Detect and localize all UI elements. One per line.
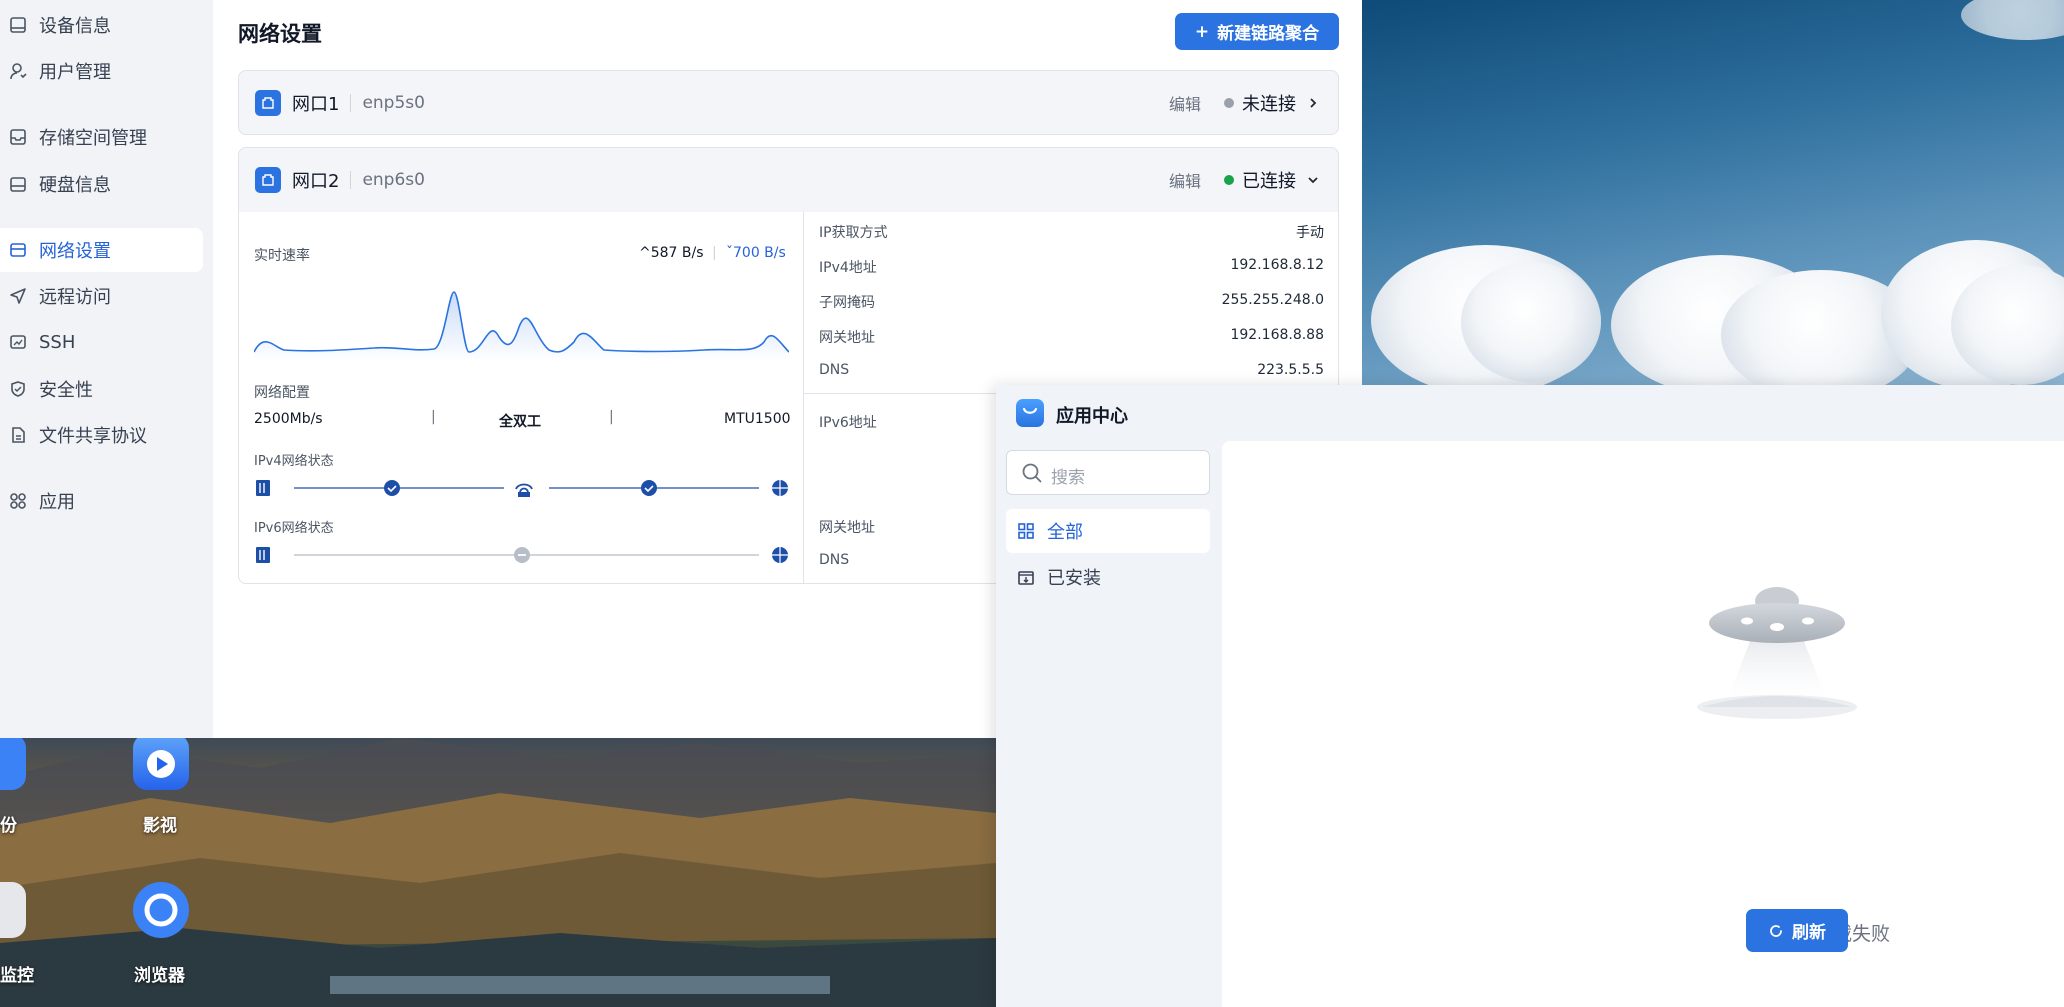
browser-icon[interactable] bbox=[133, 882, 189, 938]
ipv6-status-label: IPv6网络状态 bbox=[254, 521, 334, 536]
device-info-icon bbox=[9, 16, 27, 34]
upload-speed: ^587 B/s bbox=[639, 245, 704, 261]
ipv6-dns-label: DNS bbox=[819, 552, 850, 568]
link-speed: 2500Mb/s bbox=[254, 411, 323, 427]
port-edit-link[interactable]: 编辑 bbox=[1169, 91, 1201, 115]
sidebar-item-ssh[interactable]: SSH bbox=[0, 320, 203, 364]
chevron-down-icon[interactable] bbox=[1306, 173, 1320, 187]
category-installed[interactable]: 已安装 bbox=[1006, 555, 1210, 599]
page-title: 网络设置 bbox=[238, 22, 322, 46]
port-device: enp6s0 bbox=[362, 170, 425, 190]
search-placeholder: 搜索 bbox=[1051, 468, 1085, 488]
desktop-icon-label-video: 影视 bbox=[143, 816, 177, 836]
category-label: 全部 bbox=[1047, 522, 1083, 543]
port-card-2[interactable]: 网口2 enp6s0 编辑 已连接 bbox=[238, 147, 1339, 213]
refresh-button[interactable]: 刷新 bbox=[1746, 909, 1848, 952]
settings-sidebar: 设备信息 用户管理 存储空间管理 硬盘信息 网络设置 远程访问 SSH 安全性 bbox=[0, 0, 213, 738]
status-dot bbox=[1224, 98, 1234, 108]
ipv4-kv-row: IP获取方式 手动 bbox=[819, 225, 1324, 241]
installed-icon bbox=[1018, 569, 1034, 585]
ethernet-port-icon bbox=[255, 167, 281, 193]
storage-icon bbox=[9, 128, 27, 146]
port-edit-link[interactable]: 编辑 bbox=[1169, 168, 1201, 192]
sidebar-item-apps[interactable]: 应用 bbox=[0, 479, 203, 523]
port-name: 网口1 bbox=[292, 94, 340, 115]
send-icon bbox=[9, 287, 27, 305]
monitor-icon[interactable] bbox=[0, 882, 26, 938]
mtu-value: MTU1500 bbox=[724, 411, 791, 427]
port-device: enp5s0 bbox=[362, 93, 425, 113]
sidebar-item-users[interactable]: 用户管理 bbox=[0, 49, 203, 93]
search-icon bbox=[1022, 463, 1042, 483]
ipv6-gateway-label: 网关地址 bbox=[819, 520, 875, 536]
sidebar-item-label: 存储空间管理 bbox=[39, 128, 147, 149]
backup-icon[interactable] bbox=[0, 734, 26, 790]
ipv4-status-label: IPv4网络状态 bbox=[254, 454, 334, 469]
app-search-input[interactable]: 搜索 bbox=[1006, 450, 1210, 495]
ipv6-status-diagram bbox=[256, 547, 788, 563]
sidebar-item-security[interactable]: 安全性 bbox=[0, 367, 203, 411]
grid-icon bbox=[1018, 523, 1034, 539]
shield-icon bbox=[9, 380, 27, 398]
sidebar-item-label: 安全性 bbox=[39, 380, 93, 401]
ipv4-kv-row: IPv4地址 192.168.8.12 bbox=[819, 257, 1324, 276]
sidebar-item-label: SSH bbox=[39, 331, 76, 353]
sidebar-item-label: 用户管理 bbox=[39, 62, 111, 83]
status-badge: 未连接 bbox=[1242, 94, 1296, 115]
status-dot bbox=[1224, 175, 1234, 185]
sidebar-item-label: 远程访问 bbox=[39, 287, 111, 308]
realtime-speed-chart bbox=[254, 291, 789, 362]
category-all[interactable]: 全部 bbox=[1006, 509, 1210, 553]
port-name: 网口2 bbox=[292, 171, 340, 192]
sidebar-item-label: 设备信息 bbox=[39, 16, 111, 37]
port-card-1[interactable]: 网口1 enp5s0 编辑 未连接 bbox=[238, 70, 1339, 135]
app-center-title: 应用中心 bbox=[1056, 406, 1128, 427]
ipv4-kv-row: 网关地址 192.168.8.88 bbox=[819, 327, 1324, 346]
app-center-window: 应用中心 搜索 全部 已安装 加载失败 bbox=[996, 385, 2064, 1007]
new-link-aggregation-label: 新建链路聚合 bbox=[1217, 24, 1320, 44]
plus-icon: + bbox=[1194, 21, 1210, 42]
video-icon[interactable] bbox=[133, 734, 189, 790]
duplex-mode: 全双工 bbox=[499, 414, 541, 430]
net-config-label: 网络配置 bbox=[254, 385, 310, 401]
ipv6-address-label: IPv6地址 bbox=[819, 415, 877, 431]
ipv4-status-diagram bbox=[256, 480, 788, 497]
sidebar-item-label: 硬盘信息 bbox=[39, 175, 111, 196]
desktop-sky-wallpaper bbox=[1361, 0, 2064, 386]
sidebar-item-network[interactable]: 网络设置 bbox=[0, 228, 203, 272]
refresh-icon bbox=[1770, 924, 1782, 937]
sidebar-item-disk[interactable]: 硬盘信息 bbox=[0, 162, 203, 206]
file-share-icon bbox=[9, 426, 27, 444]
realtime-speed-label: 实时速率 bbox=[254, 248, 310, 264]
sidebar-item-file-share[interactable]: 文件共享协议 bbox=[0, 413, 203, 457]
desktop-icon-label-backup: 份 bbox=[0, 816, 17, 836]
desktop-icon-label-browser: 浏览器 bbox=[134, 966, 185, 986]
new-link-aggregation-button[interactable]: + 新建链路聚合 bbox=[1175, 13, 1339, 50]
chevron-right-icon[interactable] bbox=[1306, 96, 1320, 110]
sidebar-item-label: 文件共享协议 bbox=[39, 426, 147, 447]
sidebar-item-device-info[interactable]: 设备信息 bbox=[0, 3, 203, 47]
category-label: 已安装 bbox=[1047, 568, 1101, 589]
sidebar-item-remote-access[interactable]: 远程访问 bbox=[0, 274, 203, 318]
upload-arrow-icon: ^ bbox=[639, 245, 651, 261]
refresh-label: 刷新 bbox=[1792, 923, 1826, 943]
app-center-content: 加载失败 bbox=[1222, 441, 2064, 1007]
user-icon bbox=[9, 62, 27, 80]
apps-grid-icon bbox=[9, 492, 27, 510]
download-arrow-icon: ˇ bbox=[726, 245, 733, 261]
app-store-logo-icon bbox=[1016, 399, 1044, 427]
network-icon bbox=[9, 241, 27, 259]
disk-icon bbox=[9, 175, 27, 193]
sidebar-item-label: 应用 bbox=[39, 492, 75, 513]
ufo-illustration-icon bbox=[1697, 587, 1857, 719]
terminal-icon bbox=[9, 333, 27, 351]
ipv4-kv-row: DNS 223.5.5.5 bbox=[819, 362, 1324, 378]
ethernet-port-icon bbox=[255, 90, 281, 116]
sidebar-item-storage[interactable]: 存储空间管理 bbox=[0, 115, 203, 159]
status-badge: 已连接 bbox=[1242, 171, 1296, 192]
desktop-icon-label-monitor: 监控 bbox=[0, 966, 34, 986]
download-speed: ˇ700 B/s bbox=[726, 245, 786, 261]
sidebar-item-label: 网络设置 bbox=[39, 241, 111, 262]
ipv4-kv-row: 子网掩码 255.255.248.0 bbox=[819, 292, 1324, 311]
